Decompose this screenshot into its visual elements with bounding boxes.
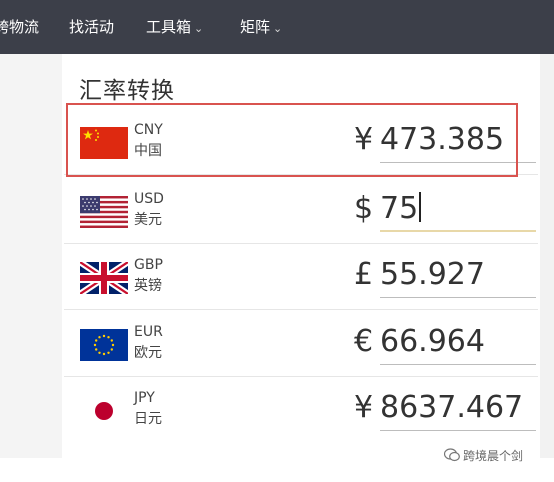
uk-flag-icon	[80, 262, 128, 294]
currency-name: 日元	[134, 411, 162, 427]
page-background-left	[0, 54, 62, 458]
amount-value: 55.927	[380, 257, 485, 292]
nav-item-label: 跨物流	[0, 18, 40, 36]
currency-name: 欧元	[134, 345, 162, 361]
currency-symbol: ¥	[354, 122, 374, 157]
usa-flag-icon	[80, 196, 128, 228]
currency-symbol: £	[354, 257, 374, 292]
currency-row-gbp: GBP 英镑 £ 55.927	[64, 244, 538, 310]
nav-item-toolbox[interactable]: 工具箱 ⌄	[146, 17, 203, 39]
nav-item-events[interactable]: 找活动	[69, 17, 114, 37]
cny-amount-input[interactable]: 473.385	[380, 119, 536, 163]
panel-title: 汇率转换	[79, 78, 175, 104]
amount-value: 66.964	[380, 324, 485, 359]
nav-item-logistics[interactable]: 跨物流	[0, 17, 39, 37]
row-divider	[64, 174, 538, 175]
top-nav-bar: 跨物流 找活动 工具箱 ⌄ 矩阵 ⌄	[0, 0, 554, 54]
page-background-right	[540, 54, 554, 458]
currency-row-cny: CNY 中国 ¥ 473.385	[64, 109, 538, 175]
nav-item-label: 矩阵	[240, 18, 271, 36]
amount-value: 75	[380, 191, 419, 226]
currency-row-jpy: JPY 日元 ¥ 8637.467	[64, 377, 538, 443]
chevron-down-icon: ⌄	[273, 22, 283, 35]
japan-flag-icon	[80, 395, 128, 427]
currency-symbol: $	[354, 191, 374, 226]
watermark: 跨境晨个剑	[443, 447, 524, 465]
jpy-amount-input[interactable]: 8637.467	[380, 387, 536, 431]
currency-symbol: ¥	[354, 390, 374, 425]
currency-code: USD	[134, 191, 164, 207]
currency-code: JPY	[134, 390, 155, 406]
currency-code: CNY	[134, 122, 163, 138]
row-divider	[64, 309, 538, 310]
watermark-text: 跨境晨个剑	[463, 449, 524, 463]
currency-symbol: €	[354, 324, 374, 359]
currency-row-usd: USD 美元 $ 75	[64, 178, 538, 244]
nav-item-label: 工具箱	[146, 18, 192, 36]
nav-item-matrix[interactable]: 矩阵 ⌄	[240, 17, 282, 39]
currency-code: GBP	[134, 257, 163, 273]
currency-name: 美元	[134, 212, 162, 228]
currency-row-eur: EUR 欧元 € 66.964	[64, 311, 538, 377]
chevron-down-icon: ⌄	[194, 22, 204, 35]
currency-name: 英镑	[134, 278, 162, 294]
currency-code: EUR	[134, 324, 163, 340]
wechat-icon	[443, 448, 460, 465]
gbp-amount-input[interactable]: 55.927	[380, 254, 536, 298]
amount-value: 473.385	[380, 122, 505, 157]
eur-amount-input[interactable]: 66.964	[380, 321, 536, 365]
usd-amount-input[interactable]: 75	[380, 188, 536, 232]
china-flag-icon	[80, 127, 128, 159]
currency-name: 中国	[134, 143, 162, 159]
eu-flag-icon	[80, 329, 128, 361]
nav-item-label: 找活动	[69, 18, 115, 36]
amount-value-wrap: 75	[380, 191, 421, 227]
text-caret	[419, 192, 421, 222]
amount-value: 8637.467	[380, 390, 524, 425]
